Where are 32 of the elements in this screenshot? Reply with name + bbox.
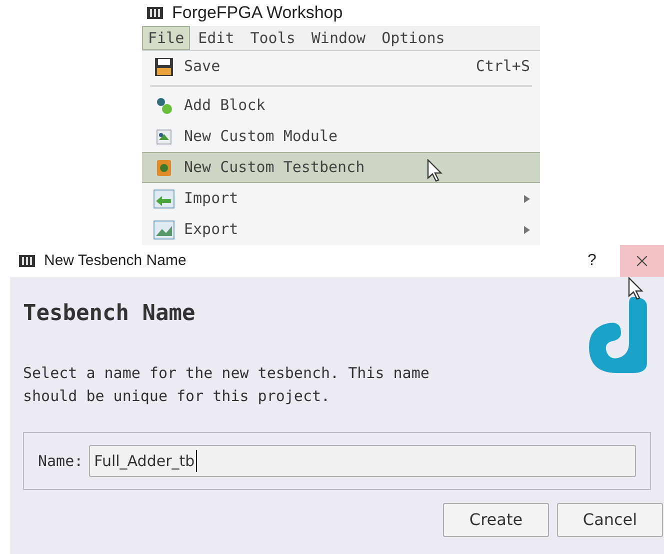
testbench-icon xyxy=(155,158,173,176)
menu-item[interactable]: File xyxy=(142,26,190,50)
menu-entry[interactable]: Save Ctrl+S xyxy=(142,51,540,82)
logo-icon xyxy=(587,297,649,373)
menu-entry[interactable]: Import xyxy=(142,183,540,214)
help-button[interactable]: ? xyxy=(572,249,612,273)
dialog-button[interactable]: Cancel xyxy=(557,503,663,537)
menu-entry[interactable]: Export xyxy=(142,214,540,245)
field-label: Name: xyxy=(38,450,84,472)
module-icon xyxy=(155,128,173,146)
menu-entry[interactable]: New Custom Module xyxy=(142,121,540,152)
dialog-button[interactable]: Create xyxy=(443,503,549,537)
menu-item[interactable]: Window xyxy=(303,26,374,50)
menu-item[interactable]: Edit xyxy=(190,26,242,50)
menu-item[interactable]: Tools xyxy=(242,26,304,50)
menu-entry[interactable]: Add Block xyxy=(142,90,540,121)
pointer-icon xyxy=(628,277,644,301)
dialog-description: Select a name for the new tesbench. This name should be unique for this project. xyxy=(23,363,430,407)
pointer-icon xyxy=(427,159,443,183)
app-icon xyxy=(146,6,164,20)
import-icon xyxy=(153,188,175,208)
window-title: ForgeFPGA Workshop xyxy=(172,2,343,24)
dialog-heading: Tesbench Name xyxy=(23,300,196,328)
close-button[interactable] xyxy=(620,245,664,277)
menu-item[interactable]: Options xyxy=(374,26,453,50)
app-icon xyxy=(18,254,36,268)
blocks-icon xyxy=(155,96,173,114)
name-input-field[interactable]: Full_Adder_tb xyxy=(89,445,636,477)
dialog-title: New Tesbench Name xyxy=(44,250,188,271)
menu-entry[interactable]: New Custom Testbench xyxy=(142,152,540,183)
export-icon xyxy=(153,220,175,240)
shortcut-label: Ctrl+S xyxy=(476,56,530,78)
